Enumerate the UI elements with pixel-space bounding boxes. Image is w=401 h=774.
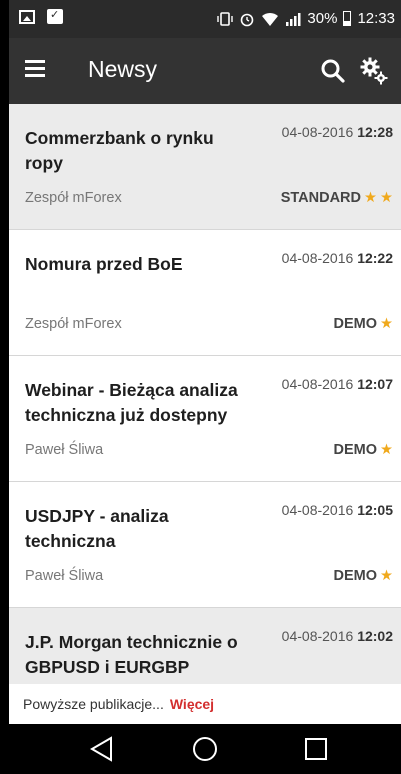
news-author: Zespół mForex: [25, 316, 122, 332]
star-icon: ★: [380, 442, 393, 458]
account-badge: DEMO ★: [333, 316, 394, 332]
navigation-bar: [9, 724, 401, 774]
battery-icon: [343, 11, 352, 26]
news-date: 04-08-2016 12:22: [281, 250, 393, 266]
star-icon: ★: [364, 190, 377, 206]
home-icon[interactable]: [190, 734, 220, 764]
news-list: Commerzbank o rynku ropy 04-08-2016 12:2…: [9, 104, 401, 699]
news-author: Paweł Śliwa: [25, 442, 104, 458]
star-icon: ★: [380, 316, 393, 332]
account-badge: DEMO ★: [333, 568, 394, 584]
news-item[interactable]: Nomura przed BoE 04-08-2016 12:22 Zespół…: [9, 230, 401, 356]
news-author: Paweł Śliwa: [25, 568, 104, 584]
star-icon: ★: [380, 568, 393, 584]
news-item[interactable]: Commerzbank o rynku ropy 04-08-2016 12:2…: [9, 104, 401, 230]
news-item[interactable]: Webinar - Bieżąca analiza techniczna już…: [9, 356, 401, 482]
image-icon: [19, 9, 35, 24]
news-date: 04-08-2016 12:28: [281, 124, 393, 140]
news-title: Webinar - Bieżąca analiza techniczna już…: [25, 380, 238, 425]
more-link[interactable]: Więcej: [170, 696, 214, 712]
news-date: 04-08-2016 12:07: [281, 376, 393, 392]
vibrate-icon: [217, 11, 234, 26]
wifi-icon: [262, 12, 279, 26]
settings-icon[interactable]: [359, 56, 389, 86]
menu-icon[interactable]: [25, 60, 45, 80]
page-title: Newsy: [88, 56, 158, 82]
bag-check-icon: [47, 8, 63, 24]
app-bar: Newsy: [9, 38, 401, 104]
star-icon: ★: [380, 190, 393, 206]
status-bar: 30% 12:33: [9, 0, 401, 38]
back-icon[interactable]: [87, 734, 117, 764]
news-author: Zespół mForex: [25, 190, 122, 206]
recents-icon[interactable]: [301, 734, 331, 764]
news-date: 04-08-2016 12:02: [281, 628, 393, 644]
screen: 30% 12:33 Newsy: [9, 0, 401, 774]
account-badge: STANDARD ★ ★: [280, 190, 393, 206]
notice-text: Powyższe publikacje...: [23, 696, 164, 712]
signal-icon: [286, 12, 301, 26]
status-time: 12:33: [357, 10, 395, 27]
search-icon[interactable]: [320, 58, 346, 84]
alarm-icon: [241, 13, 254, 26]
account-badge: DEMO ★: [333, 442, 394, 458]
news-item[interactable]: USDJPY - analiza techniczna 04-08-2016 1…: [9, 482, 401, 608]
news-date: 04-08-2016 12:05: [281, 502, 393, 518]
battery-percent: 30%: [307, 10, 338, 27]
news-title: Commerzbank o rynku ropy: [25, 128, 214, 173]
publication-notice: Powyższe publikacje... Więcej: [9, 684, 401, 724]
news-title: Nomura przed BoE: [25, 254, 183, 274]
news-title: USDJPY - analiza techniczna: [25, 506, 169, 551]
news-title: J.P. Morgan technicznie o GBPUSD i EURGB…: [25, 632, 238, 677]
